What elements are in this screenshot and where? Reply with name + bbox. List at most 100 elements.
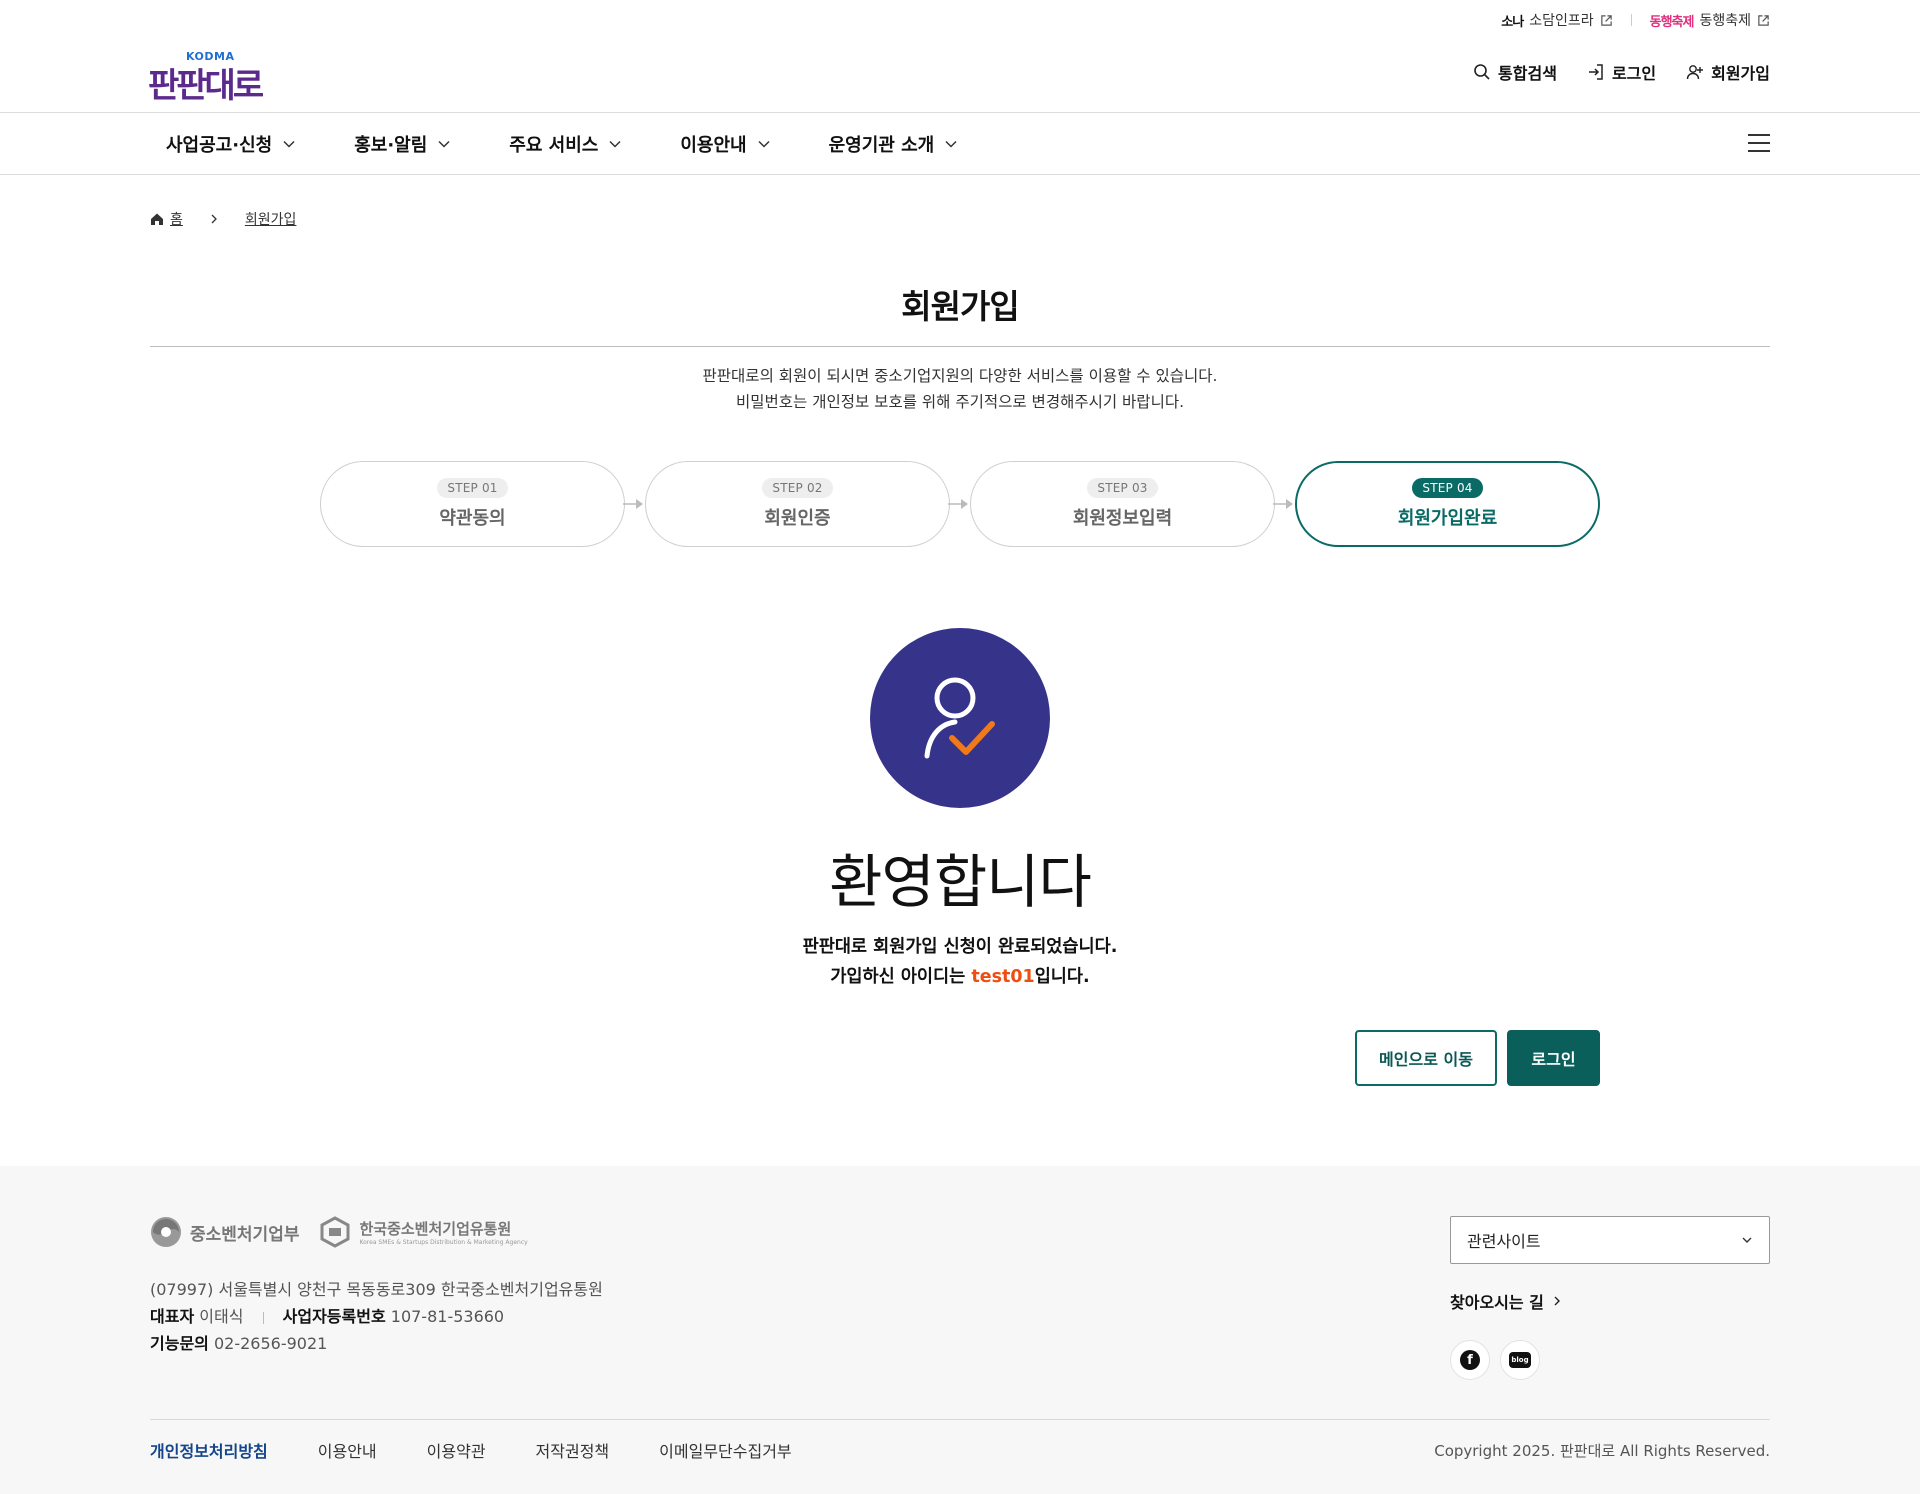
chevron-down-icon bbox=[758, 140, 770, 148]
chevron-right-icon bbox=[211, 214, 217, 224]
footer-link-terms[interactable]: 이용약관 bbox=[427, 1438, 486, 1462]
kodma-sub: Korea SMEs & Startups Distribution & Mar… bbox=[359, 1238, 528, 1246]
gnb-list: 사업공고·신청 홍보·알림 주요 서비스 이용안내 운영기관 소개 bbox=[166, 113, 1016, 174]
bizno-value: 107-81-53660 bbox=[390, 1307, 505, 1326]
login-button[interactable]: 로그인 bbox=[1507, 1030, 1600, 1086]
facebook-link[interactable]: f bbox=[1450, 1340, 1490, 1380]
signup-steps: STEP 01 약관동의 STEP 02 회원인증 STEP 03 회원정보입력… bbox=[320, 461, 1600, 547]
government-emblem-icon bbox=[151, 1217, 181, 1247]
add-user-icon bbox=[1686, 65, 1704, 80]
gnb-item-business[interactable]: 사업공고·신청 bbox=[166, 131, 296, 157]
step-1: STEP 01 약관동의 bbox=[320, 461, 625, 547]
title-divider bbox=[150, 346, 1770, 347]
gnb-item-about[interactable]: 운영기관 소개 bbox=[829, 131, 959, 157]
search-link[interactable]: 통합검색 bbox=[1473, 60, 1557, 84]
footer-link-guide[interactable]: 이용안내 bbox=[318, 1438, 377, 1462]
welcome-line-2: 가입하신 아이디는 test01입니다. bbox=[150, 962, 1770, 992]
ceo-value: 이태식 bbox=[199, 1307, 244, 1326]
intro-line: 비밀번호는 개인정보 보호를 위해 주기적으로 변경해주시기 바랍니다. bbox=[735, 393, 1185, 411]
util-link-label: 소담인프라 bbox=[1529, 13, 1594, 29]
user-menu: 통합검색 로그인 회원가입 bbox=[1473, 60, 1770, 84]
welcome-message: 판판대로 회원가입 신청이 완료되었습니다. 가입하신 아이디는 test01입… bbox=[150, 932, 1770, 992]
welcome-title: 환영합니다 bbox=[829, 848, 1092, 916]
step-arrow-icon bbox=[623, 499, 643, 509]
hamburger-menu-icon[interactable] bbox=[1748, 134, 1770, 152]
site-logo[interactable]: KODMA 판판대로 bbox=[148, 48, 266, 106]
mss-logo: 중소벤처기업부 bbox=[150, 1216, 299, 1248]
mss-logo-text: 중소벤처기업부 bbox=[190, 1224, 300, 1245]
directions-label: 찾아오시는 길 bbox=[1450, 1293, 1544, 1312]
step-2: STEP 02 회원인증 bbox=[645, 461, 950, 547]
footer-link-copyright[interactable]: 저작권정책 bbox=[536, 1438, 610, 1462]
chevron-right-icon bbox=[1554, 1296, 1560, 1306]
tel-label: 기능문의 bbox=[150, 1334, 209, 1353]
intro-text: 판판대로의 회원이 되시면 중소기업지원의 다양한 서비스를 이용할 수 있습니… bbox=[150, 363, 1770, 415]
footer-divider bbox=[150, 1419, 1770, 1420]
external-link-icon bbox=[1600, 14, 1612, 26]
login-link[interactable]: 로그인 bbox=[1587, 60, 1656, 84]
page-title: 회원가입 bbox=[901, 287, 1019, 326]
donghaeng-logo: 동행축제 bbox=[1649, 14, 1695, 30]
related-sites-label: 관련사이트 bbox=[1467, 1232, 1541, 1251]
chevron-down-icon bbox=[438, 140, 450, 148]
step-badge: STEP 04 bbox=[1412, 478, 1483, 498]
user-check-icon bbox=[924, 677, 995, 759]
action-buttons: 메인으로 이동 로그인 bbox=[1355, 1030, 1600, 1086]
breadcrumb-current[interactable]: 회원가입 bbox=[245, 209, 297, 229]
go-main-button[interactable]: 메인으로 이동 bbox=[1355, 1030, 1497, 1086]
related-sites-select[interactable]: 관련사이트 bbox=[1450, 1216, 1770, 1264]
divider bbox=[1630, 14, 1632, 26]
blog-icon: blog bbox=[1509, 1352, 1531, 1368]
step-badge: STEP 01 bbox=[437, 478, 508, 498]
step-badge: STEP 02 bbox=[762, 478, 833, 498]
util-link-sodam[interactable]: 소나 소담인프라 bbox=[1501, 10, 1612, 30]
directions-link[interactable]: 찾아오시는 길 bbox=[1450, 1289, 1562, 1313]
signup-label: 회원가입 bbox=[1711, 64, 1770, 83]
home-icon bbox=[151, 213, 163, 225]
external-link-icon bbox=[1758, 14, 1769, 26]
kodma-logo-text: 한국중소벤처기업유통원 Korea SMEs & Startups Distri… bbox=[359, 1219, 527, 1246]
kodma-name: 한국중소벤처기업유통원 bbox=[359, 1219, 512, 1238]
util-link-donghaeng[interactable]: 동행축제 동행축제 bbox=[1650, 10, 1770, 30]
gnb-item-services[interactable]: 주요 서비스 bbox=[509, 131, 622, 157]
gnb-item-guide[interactable]: 이용안내 bbox=[680, 131, 770, 157]
gnb-label: 홍보·알림 bbox=[354, 134, 428, 156]
step-label: 약관동의 bbox=[439, 508, 506, 529]
signup-link[interactable]: 회원가입 bbox=[1686, 60, 1770, 84]
footer: 중소벤처기업부 한국중소벤처기업유통원 Korea SMEs & Startup… bbox=[0, 1166, 1920, 1494]
kodma-emblem-icon bbox=[320, 1216, 350, 1248]
step-label: 회원정보입력 bbox=[1072, 508, 1173, 529]
breadcrumb-home-label: 홈 bbox=[170, 212, 183, 228]
gnb-label: 사업공고·신청 bbox=[166, 134, 273, 156]
util-link-label: 동행축제 bbox=[1699, 13, 1751, 29]
blog-link[interactable]: blog bbox=[1500, 1340, 1540, 1380]
welcome-line-1: 판판대로 회원가입 신청이 완료되었습니다. bbox=[802, 937, 1118, 957]
gnb-label: 운영기관 소개 bbox=[828, 134, 935, 156]
step-badge: STEP 03 bbox=[1087, 478, 1158, 498]
gnb-label: 주요 서비스 bbox=[509, 134, 599, 156]
chevron-down-icon bbox=[609, 140, 621, 148]
step-4-active: STEP 04 회원가입완료 bbox=[1295, 461, 1600, 547]
step-arrow-icon bbox=[1273, 499, 1293, 509]
welcome-line-2-prefix: 가입하신 아이디는 bbox=[830, 967, 972, 987]
chevron-down-icon bbox=[283, 140, 295, 148]
gnb-item-news[interactable]: 홍보·알림 bbox=[354, 131, 451, 157]
footer-link-privacy[interactable]: 개인정보처리방침 bbox=[150, 1438, 268, 1462]
step-3: STEP 03 회원정보입력 bbox=[970, 461, 1275, 547]
breadcrumb-home[interactable]: 홈 bbox=[150, 209, 183, 229]
copyright: Copyright 2025. 판판대로 All Rights Reserved… bbox=[1434, 1442, 1770, 1460]
main-navigation: 사업공고·신청 홍보·알림 주요 서비스 이용안내 운영기관 소개 bbox=[0, 112, 1920, 175]
step-arrow-icon bbox=[948, 499, 968, 509]
facebook-icon: f bbox=[1460, 1350, 1480, 1370]
chevron-down-icon bbox=[945, 140, 957, 148]
login-label: 로그인 bbox=[1611, 64, 1657, 83]
sodam-logo: 소나 bbox=[1501, 14, 1524, 30]
kodma-logo: 한국중소벤처기업유통원 Korea SMEs & Startups Distri… bbox=[319, 1216, 528, 1248]
sns-links: f blog bbox=[1450, 1340, 1540, 1380]
login-icon bbox=[1588, 64, 1603, 80]
chevron-down-icon bbox=[1742, 1237, 1752, 1243]
step-label: 회원가입완료 bbox=[1397, 508, 1498, 529]
utility-bar: 소나 소담인프라 동행축제 동행축제 bbox=[1501, 10, 1770, 30]
footer-link-email[interactable]: 이메일무단수집거부 bbox=[659, 1438, 791, 1462]
company-info: (07997) 서울특별시 양천구 목동동로309 한국중소벤처기업유통원 대표… bbox=[150, 1276, 603, 1357]
